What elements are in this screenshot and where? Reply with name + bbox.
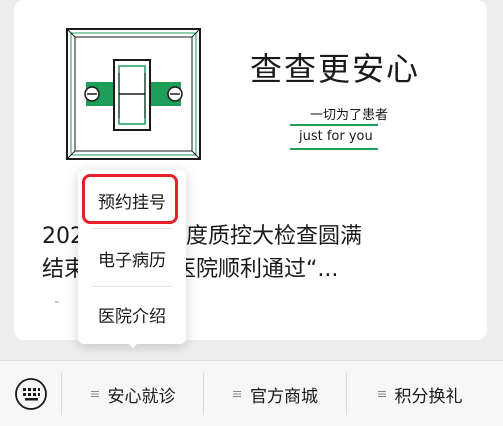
bottom-menu-bar: 安心就诊 官方商城 积分换礼	[0, 360, 503, 426]
light-switch-logo	[66, 28, 201, 160]
submenu-popup: 预约挂号 电子病历 医院介绍	[78, 170, 186, 344]
menu-item-consultation[interactable]: 安心就诊	[62, 361, 203, 426]
menu-lines-icon	[233, 391, 241, 397]
keyboard-toggle-button[interactable]	[10, 373, 52, 415]
slogan-english: just for you	[299, 129, 373, 144]
slogan-chinese: 一切为了患者	[310, 108, 389, 123]
menu-item-label: 安心就诊	[107, 386, 176, 407]
submenu-item-appointment[interactable]: 预约挂号	[78, 172, 186, 228]
article-meta: -	[54, 294, 60, 310]
submenu-item-hospital-intro[interactable]: 医院介绍	[78, 286, 186, 342]
menu-item-label: 积分换礼	[394, 386, 463, 407]
menu-item-label: 官方商城	[250, 386, 318, 407]
menu-lines-icon	[377, 391, 386, 397]
divider	[92, 228, 172, 229]
keyboard-icon	[15, 378, 47, 410]
menu-item-points-exchange[interactable]: 积分换礼	[347, 361, 492, 426]
menu-item-official-store[interactable]: 官方商城	[204, 361, 346, 426]
wechat-official-account-page: 查查更安心 一切为了患者 just for you 2022年医疗年度质控大检查…	[0, 0, 503, 426]
submenu-item-medical-records[interactable]: 电子病历	[78, 230, 186, 286]
popup-arrow	[125, 340, 141, 348]
brand-title: 查查更安心	[250, 50, 421, 88]
divider	[290, 124, 378, 126]
menu-lines-icon	[90, 391, 99, 397]
divider	[290, 148, 378, 150]
